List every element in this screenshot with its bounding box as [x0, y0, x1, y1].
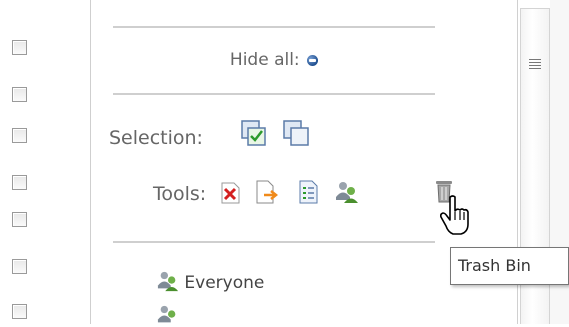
hide-all-label: Hide all: — [229, 50, 300, 70]
select-all-icon[interactable] — [241, 120, 267, 148]
users-group-icon — [157, 305, 176, 323]
hand-cursor-icon — [440, 195, 469, 235]
selection-label: Selection: — [109, 127, 203, 149]
divider — [113, 26, 435, 28]
properties-icon[interactable] — [298, 180, 320, 204]
tooltip: Trash Bin — [450, 247, 569, 285]
hide-all-row: Hide all: — [113, 50, 435, 70]
row-checkbox[interactable] — [12, 128, 27, 143]
tooltip-text: Trash Bin — [458, 256, 531, 275]
checkbox-column — [0, 0, 60, 324]
users-group-icon — [157, 271, 179, 292]
export-arrow-icon[interactable] — [255, 180, 281, 204]
list-item[interactable]: Everyone — [157, 266, 264, 293]
divider — [113, 241, 435, 243]
row-checkbox[interactable] — [12, 212, 27, 227]
select-none-icon[interactable] — [283, 120, 311, 148]
users-group-icon[interactable] — [335, 180, 359, 204]
hide-all-toggle-icon[interactable] — [307, 55, 319, 66]
row-checkbox[interactable] — [12, 259, 27, 274]
tools-label: Tools: — [153, 183, 207, 205]
row-checkbox[interactable] — [12, 175, 27, 190]
scroll-grip-icon[interactable] — [529, 59, 541, 71]
list-item-label: Everyone — [184, 273, 265, 293]
list-item[interactable] — [157, 300, 179, 327]
divider — [113, 93, 435, 95]
row-checkbox[interactable] — [12, 40, 27, 55]
row-checkbox[interactable] — [12, 304, 27, 319]
row-checkbox[interactable] — [12, 87, 27, 102]
tools-panel: Hide all: Selection: Tools: Everyone — [90, 0, 501, 324]
delete-x-icon[interactable] — [219, 182, 241, 204]
